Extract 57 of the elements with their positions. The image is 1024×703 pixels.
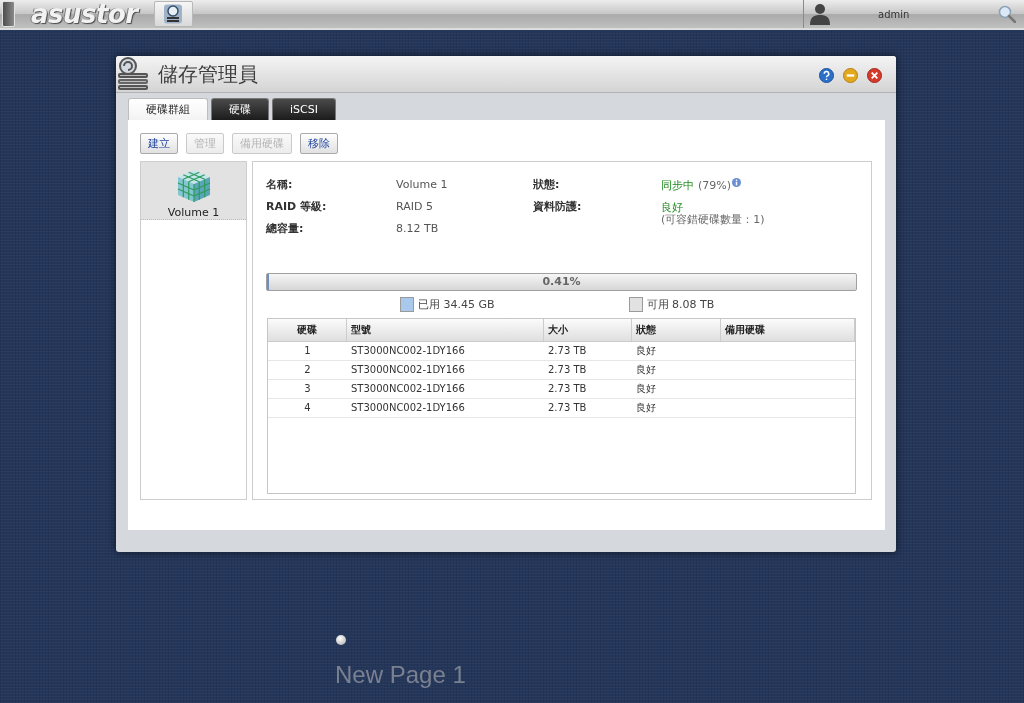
- toolbar-button[interactable]: 移除: [300, 133, 338, 154]
- cube-icon: [175, 168, 212, 204]
- table-cell-text: ST3000NC002-1DY166: [350, 382, 466, 396]
- search-icon[interactable]: [998, 5, 1016, 23]
- status-detail: (79%): [698, 178, 732, 192]
- logo: asustor: [31, 0, 138, 28]
- table-cell-text: 1: [303, 344, 312, 358]
- field-value: Volume 1: [396, 177, 448, 193]
- tab[interactable]: 硬碟群組: [128, 98, 208, 120]
- status-note: (可容錯硬碟數量：1): [661, 213, 765, 227]
- table-cell-text: ST3000NC002-1DY166: [350, 344, 466, 358]
- page-dot-icon[interactable]: [336, 635, 346, 645]
- column-header[interactable]: 型號: [347, 319, 544, 341]
- column-header[interactable]: 大小: [544, 319, 632, 341]
- table-cell-text: 2: [303, 363, 312, 377]
- table-cell-text: ST3000NC002-1DY166: [350, 401, 466, 415]
- user-icon[interactable]: [809, 3, 831, 25]
- help-icon[interactable]: [819, 67, 834, 83]
- page-label: New Page 1: [335, 661, 466, 689]
- app-button[interactable]: [153, 1, 193, 27]
- column-header[interactable]: 硬碟: [268, 319, 347, 341]
- status-text: 同步中: [661, 177, 694, 193]
- window-title: 儲存管理員: [158, 60, 258, 88]
- tab[interactable]: 硬碟: [211, 98, 269, 120]
- info-icon[interactable]: [732, 178, 742, 187]
- field-label: RAID 等級:: [266, 199, 328, 215]
- table-cell-text: 4: [303, 401, 312, 415]
- tab[interactable]: iSCSI: [272, 98, 336, 120]
- toolbar-button[interactable]: 建立: [140, 133, 178, 154]
- table-cell-text: 2.73 TB: [547, 363, 588, 377]
- minimize-icon[interactable]: [843, 67, 858, 83]
- legend-label: 已用 34.45 GB: [418, 296, 495, 312]
- field-label: 名稱:: [266, 177, 294, 193]
- table-cell-text: 良好: [635, 344, 657, 358]
- user-name[interactable]: admin: [878, 8, 910, 20]
- disk-stack-icon: [163, 4, 184, 24]
- table-cell-text: 2.73 TB: [547, 401, 588, 415]
- legend-label: 可用 8.08 TB: [646, 296, 715, 312]
- table-cell-text: ST3000NC002-1DY166: [350, 363, 466, 377]
- table-cell-text: 良好: [635, 363, 657, 377]
- status-text: 良好: [661, 199, 683, 214]
- field-label: 資料防護:: [533, 199, 583, 215]
- table-cell-text: 2.73 TB: [547, 344, 588, 358]
- sidebar-handle[interactable]: [2, 1, 15, 27]
- field-value: 8.12 TB: [396, 221, 439, 237]
- usage-percent: 0.41%: [542, 274, 581, 290]
- close-icon[interactable]: [867, 67, 882, 83]
- table-cell-text: 良好: [635, 382, 657, 396]
- field-label: 狀態:: [533, 177, 561, 193]
- field-value: RAID 5: [396, 199, 433, 215]
- column-header[interactable]: 備用硬碟: [721, 319, 855, 341]
- volume-item[interactable]: Volume 1: [141, 162, 246, 220]
- field-label: 總容量:: [266, 221, 305, 237]
- table-cell-text: 良好: [635, 401, 657, 415]
- table-cell-text: 2.73 TB: [547, 382, 588, 396]
- table-cell-text: 3: [303, 382, 312, 396]
- column-header[interactable]: 狀態: [632, 319, 721, 341]
